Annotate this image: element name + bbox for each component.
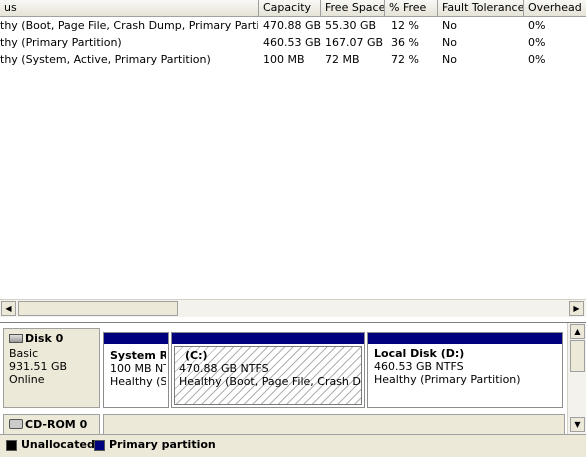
vertical-scrollbar[interactable]: ▲ ▼ (567, 323, 586, 434)
legend-label-primary-partition: Primary partition (109, 438, 216, 451)
hard-disk-icon (9, 334, 23, 343)
partition-system-reserved[interactable]: System R 100 MB NTFS Healthy (System, Ac… (103, 332, 169, 408)
partition-size: 470.88 GB NTFS (179, 362, 269, 375)
percent-free-cell: 36 % (391, 36, 419, 49)
disk-name: Disk 0 (25, 332, 64, 345)
capacity-cell: 470.88 GB (263, 19, 321, 32)
status-cell: thy (System, Active, Primary Partition) (0, 53, 211, 66)
disk-graphical-view: Disk 0 Basic 931.51 GB Online System R 1… (0, 322, 586, 435)
arrow-down-icon: ▼ (574, 420, 581, 429)
status-cell: thy (Boot, Page File, Crash Dump, Primar… (0, 19, 258, 32)
status-cell: thy (Primary Partition) (0, 36, 122, 49)
table-row[interactable]: thy (Boot, Page File, Crash Dump, Primar… (0, 17, 586, 34)
partition-size: 460.53 GB NTFS (374, 360, 464, 373)
partition-color-bar (368, 333, 562, 344)
arrow-right-icon: ▶ (573, 304, 580, 313)
disk-status: Online (9, 373, 45, 386)
column-header-status[interactable]: us (0, 0, 259, 16)
cdrom-0-label[interactable]: CD-ROM 0 (3, 414, 100, 435)
partition-c[interactable]: (C:) 470.88 GB NTFS Healthy (Boot, Page … (171, 332, 365, 408)
partition-status: Healthy (Boot, Page File, Crash Dump, Pr… (179, 375, 361, 388)
partition-status: Healthy (System, Active, Primary Partiti… (110, 375, 168, 388)
column-header-overhead[interactable]: Overhead (524, 0, 586, 16)
table-row[interactable]: thy (System, Active, Primary Partition) … (0, 51, 586, 68)
partition-color-bar (172, 333, 364, 344)
percent-free-cell: 72 % (391, 53, 419, 66)
table-row[interactable]: thy (Primary Partition) 460.53 GB 167.07… (0, 34, 586, 51)
partition-title: System R (110, 349, 168, 362)
horizontal-scrollbar[interactable]: ◀ ▶ (0, 299, 586, 317)
legend-bar: Unallocated Primary partition (0, 434, 586, 457)
partition-d[interactable]: Local Disk (D:) 460.53 GB NTFS Healthy (… (367, 332, 563, 408)
overhead-cell: 0% (528, 53, 546, 66)
volume-list-header: us Capacity Free Space % Free Fault Tole… (0, 0, 586, 17)
partition-color-bar (104, 333, 168, 344)
free-space-cell: 72 MB (325, 53, 360, 66)
partition-title: Local Disk (D:) (374, 347, 465, 360)
horizontal-scroll-thumb[interactable] (18, 301, 178, 316)
partition-title: (C:) (185, 349, 208, 362)
arrow-left-icon: ◀ (5, 304, 12, 313)
vertical-scroll-thumb[interactable] (570, 340, 585, 372)
arrow-up-icon: ▲ (574, 327, 581, 336)
overhead-cell: 0% (528, 19, 546, 32)
disk-name: CD-ROM 0 (25, 418, 88, 431)
scroll-right-button[interactable]: ▶ (569, 301, 584, 316)
disk-type: Basic (9, 347, 39, 360)
scroll-left-button[interactable]: ◀ (1, 301, 16, 316)
partition-size: 100 MB NTFS (110, 362, 166, 375)
cdrom-0-media-area[interactable] (103, 414, 565, 435)
percent-free-cell: 12 % (391, 19, 419, 32)
fault-tolerance-cell: No (442, 19, 457, 32)
disk-size: 931.51 GB (9, 360, 68, 373)
capacity-cell: 100 MB (263, 53, 305, 66)
unallocated-swatch (6, 440, 17, 451)
free-space-cell: 167.07 GB (325, 36, 384, 49)
column-header-capacity[interactable]: Capacity (259, 0, 321, 16)
fault-tolerance-cell: No (442, 53, 457, 66)
overhead-cell: 0% (528, 36, 546, 49)
capacity-cell: 460.53 GB (263, 36, 321, 49)
column-header-percent-free[interactable]: % Free (385, 0, 438, 16)
legend-label-unallocated: Unallocated (21, 438, 95, 451)
primary-partition-swatch (94, 440, 105, 451)
scroll-down-button[interactable]: ▼ (570, 417, 585, 432)
scroll-up-button[interactable]: ▲ (570, 324, 585, 339)
disk-0-label[interactable]: Disk 0 Basic 931.51 GB Online (3, 328, 100, 408)
partition-status: Healthy (Primary Partition) (374, 373, 521, 386)
fault-tolerance-cell: No (442, 36, 457, 49)
free-space-cell: 55.30 GB (325, 19, 377, 32)
cd-rom-icon (9, 419, 23, 429)
column-header-fault-tolerance[interactable]: Fault Tolerance (438, 0, 524, 16)
column-header-free-space[interactable]: Free Space (321, 0, 385, 16)
